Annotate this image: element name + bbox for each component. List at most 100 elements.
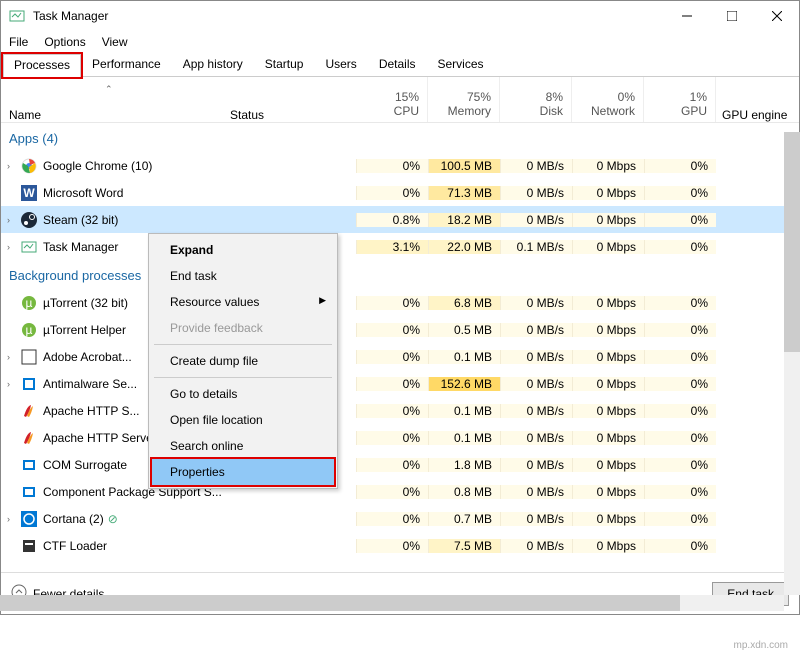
cpu-cell: 3.1% <box>356 240 428 254</box>
tab-users[interactable]: Users <box>314 53 367 76</box>
tab-services[interactable]: Services <box>427 53 495 76</box>
network-cell: 0 Mbps <box>572 458 644 472</box>
table-row[interactable]: › Task Manager 3.1% 22.0 MB 0.1 MB/s 0 M… <box>1 233 799 260</box>
disk-cell: 0 MB/s <box>500 296 572 310</box>
sort-indicator-icon: ⌃ <box>105 84 113 95</box>
ctx-properties[interactable]: Properties <box>152 459 334 485</box>
gpu-cell: 0% <box>644 159 716 173</box>
menu-options[interactable]: Options <box>44 35 85 49</box>
table-row[interactable]: Apache HTTP Server 0% 0.1 MB 0 MB/s 0 Mb… <box>1 424 799 451</box>
scroll-thumb[interactable] <box>784 132 800 352</box>
col-memory[interactable]: 75%Memory <box>428 77 500 122</box>
maximize-button[interactable] <box>709 1 754 31</box>
memory-cell: 0.1 MB <box>428 404 500 418</box>
disk-cell: 0 MB/s <box>500 186 572 200</box>
cpu-cell: 0% <box>356 350 428 364</box>
ctx-search-online[interactable]: Search online <box>152 433 334 459</box>
watermark: mp.xdn.com <box>734 640 788 651</box>
table-row[interactable]: › Cortana (2)⊘ 0% 0.7 MB 0 MB/s 0 Mbps 0… <box>1 505 799 532</box>
ctx-resource-values[interactable]: Resource values▶ <box>152 289 334 315</box>
process-name: Adobe Acrobat... <box>43 350 132 364</box>
memory-cell: 1.8 MB <box>428 458 500 472</box>
memory-cell: 22.0 MB <box>428 240 500 254</box>
cpu-cell: 0% <box>356 323 428 337</box>
expand-icon[interactable]: › <box>7 242 21 252</box>
titlebar: Task Manager <box>1 1 799 31</box>
col-gpu-engine[interactable]: GPU engine <box>716 77 799 122</box>
ctx-go-to-details[interactable]: Go to details <box>152 381 334 407</box>
expand-icon[interactable]: › <box>7 161 21 171</box>
tab-performance[interactable]: Performance <box>81 53 172 76</box>
gpu-cell: 0% <box>644 186 716 200</box>
col-network[interactable]: 0%Network <box>572 77 644 122</box>
disk-cell: 0 MB/s <box>500 431 572 445</box>
table-row[interactable]: W Microsoft Word 0% 71.3 MB 0 MB/s 0 Mbp… <box>1 179 799 206</box>
tab-app-history[interactable]: App history <box>172 53 254 76</box>
process-name-cell: › Steam (32 bit) <box>1 212 226 228</box>
tabstrip: Processes Performance App history Startu… <box>1 53 799 77</box>
table-row[interactable]: › Antimalware Se... 0% 152.6 MB 0 MB/s 0… <box>1 370 799 397</box>
horizontal-scrollbar[interactable] <box>0 595 784 611</box>
apache-icon <box>21 403 37 419</box>
cpu-cell: 0% <box>356 512 428 526</box>
ctx-open-location[interactable]: Open file location <box>152 407 334 433</box>
col-status[interactable]: Status <box>226 77 356 122</box>
table-row[interactable]: › Steam (32 bit) 0.8% 18.2 MB 0 MB/s 0 M… <box>1 206 799 233</box>
table-row[interactable]: COM Surrogate 0% 1.8 MB 0 MB/s 0 Mbps 0% <box>1 451 799 478</box>
table-row[interactable]: µ µTorrent Helper 0% 0.5 MB 0 MB/s 0 Mbp… <box>1 316 799 343</box>
table-row[interactable]: Component Package Support S... 0% 0.8 MB… <box>1 478 799 505</box>
chrome-icon <box>21 158 37 174</box>
close-button[interactable] <box>754 1 799 31</box>
memory-cell: 18.2 MB <box>428 213 500 227</box>
disk-cell: 0 MB/s <box>500 377 572 391</box>
tab-details[interactable]: Details <box>368 53 427 76</box>
ctx-create-dump[interactable]: Create dump file <box>152 348 334 374</box>
disk-cell: 0 MB/s <box>500 458 572 472</box>
menu-file[interactable]: File <box>9 35 28 49</box>
context-menu: Expand End task Resource values▶ Provide… <box>148 233 338 489</box>
cpu-cell: 0% <box>356 186 428 200</box>
app-icon <box>9 8 25 24</box>
col-cpu[interactable]: 15%CPU <box>356 77 428 122</box>
col-name[interactable]: Name <box>1 77 226 122</box>
expand-icon[interactable]: › <box>7 352 21 362</box>
steam-icon <box>21 212 37 228</box>
gpu-cell: 0% <box>644 240 716 254</box>
expand-icon[interactable]: › <box>7 514 21 524</box>
memory-cell: 71.3 MB <box>428 186 500 200</box>
memory-cell: 0.1 MB <box>428 350 500 364</box>
process-name: CTF Loader <box>43 539 107 553</box>
expand-icon[interactable]: › <box>7 215 21 225</box>
table-row[interactable]: › Google Chrome (10) 0% 100.5 MB 0 MB/s … <box>1 152 799 179</box>
table-row[interactable]: µ µTorrent (32 bit) 0% 6.8 MB 0 MB/s 0 M… <box>1 289 799 316</box>
expand-icon[interactable]: › <box>7 379 21 389</box>
col-gpu[interactable]: 1%GPU <box>644 77 716 122</box>
table-row[interactable]: CTF Loader 0% 7.5 MB 0 MB/s 0 Mbps 0% <box>1 532 799 559</box>
gpu-cell: 0% <box>644 431 716 445</box>
window-title: Task Manager <box>33 9 664 23</box>
vertical-scrollbar[interactable] <box>784 132 800 595</box>
menu-view[interactable]: View <box>102 35 128 49</box>
tab-processes[interactable]: Processes <box>3 54 81 77</box>
group-background: Background processes <box>1 260 799 289</box>
col-disk[interactable]: 8%Disk <box>500 77 572 122</box>
utor-icon: µ <box>21 295 37 311</box>
gpu-cell: 0% <box>644 377 716 391</box>
amw-icon <box>21 376 37 392</box>
table-row[interactable]: › Adobe Acrobat... 0% 0.1 MB 0 MB/s 0 Mb… <box>1 343 799 370</box>
ctx-expand[interactable]: Expand <box>152 237 334 263</box>
cpu-cell: 0.8% <box>356 213 428 227</box>
cpu-cell: 0% <box>356 485 428 499</box>
process-name: µTorrent (32 bit) <box>43 296 128 310</box>
disk-cell: 0 MB/s <box>500 512 572 526</box>
cortana-icon <box>21 511 37 527</box>
minimize-button[interactable] <box>664 1 709 31</box>
scroll-thumb[interactable] <box>0 595 680 611</box>
memory-cell: 0.8 MB <box>428 485 500 499</box>
ctx-end-task[interactable]: End task <box>152 263 334 289</box>
network-cell: 0 Mbps <box>572 296 644 310</box>
disk-cell: 0 MB/s <box>500 323 572 337</box>
network-cell: 0 Mbps <box>572 512 644 526</box>
table-row[interactable]: Apache HTTP S... 0% 0.1 MB 0 MB/s 0 Mbps… <box>1 397 799 424</box>
tab-startup[interactable]: Startup <box>254 53 315 76</box>
